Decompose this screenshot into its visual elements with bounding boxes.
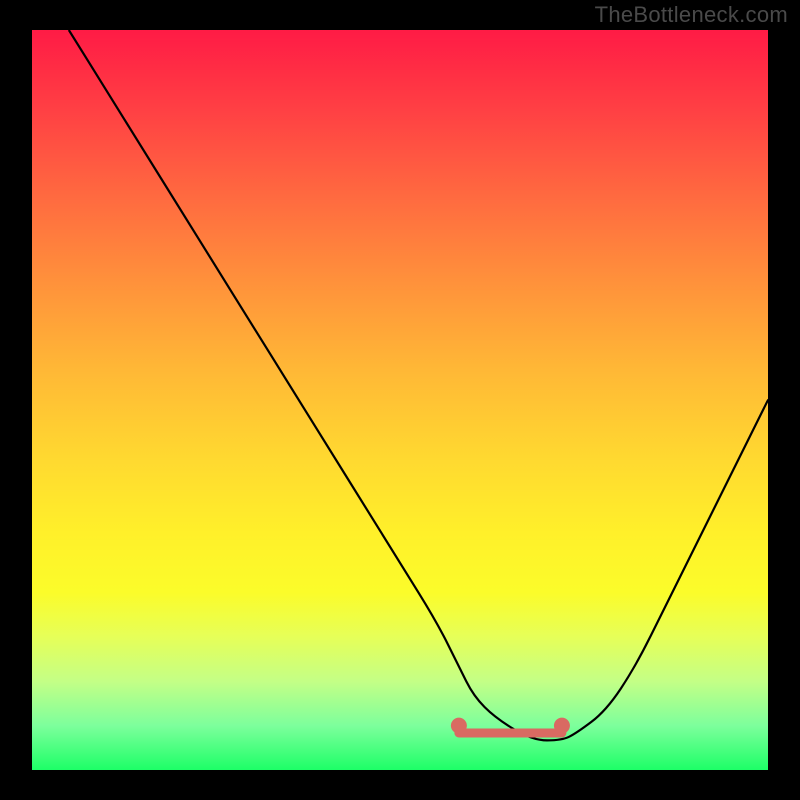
optimal-zone [32,30,768,770]
plot-area [32,30,768,770]
watermark-text: TheBottleneck.com [595,2,788,28]
chart-container: TheBottleneck.com [0,0,800,800]
